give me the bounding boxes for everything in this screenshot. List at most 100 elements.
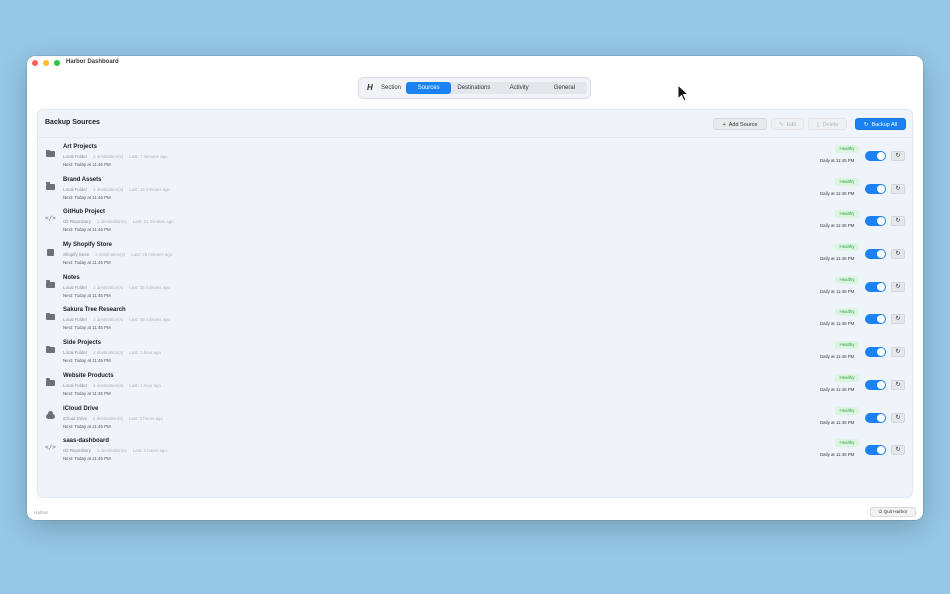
source-row[interactable]: Brand Assets Local Folder 1 destination(s)… [38,172,912,205]
section-tabs: Sources Destinations Activity General [406,82,587,94]
folder-icon [45,312,55,322]
source-row[interactable]: </> GitHub Project Git Repository 1 destina… [38,204,912,237]
source-type: Local Folder [63,382,88,388]
source-row[interactable]: iCloud Drive iCloud Drive 2 destination(s)… [38,401,912,434]
refresh-icon: ↻ [895,414,901,421]
run-backup-button[interactable]: ↻ [891,314,905,325]
source-name: Website Products [63,372,114,379]
source-name: Art Projects [63,144,98,150]
source-row[interactable]: Sakura Tree Research Local Folder 1 destin… [38,302,912,335]
source-name: Brand Assets [63,176,102,183]
enable-toggle[interactable] [865,347,886,358]
section-label: Section [381,85,402,91]
next-backup: Next: Today at 11:45 PM [63,390,111,396]
source-meta: Local Folder 1 destination(s) Last: 1 hour… [63,383,167,388]
run-backup-button[interactable]: ↻ [891,249,905,260]
pencil-icon: ✎ [778,122,784,128]
tab-sources[interactable]: Sources [406,82,452,94]
footer-app-name: Harbor [34,510,49,515]
run-backup-button[interactable]: ↻ [891,412,905,423]
status-badge: Healthy [835,308,859,317]
status-badge: Healthy [835,145,859,153]
harbor-logo-icon: H [367,83,373,92]
mouse-pointer-icon [677,84,689,102]
next-backup: Next: Today at 11:45 PM [63,325,111,331]
destination-count: 1 destination(s) [93,317,124,323]
footer: Harbor ⏻ Quit Harbor [27,506,923,520]
destination-count: 2 destination(s) [93,350,124,356]
next-backup: Next: Today at 11:45 PM [63,456,111,462]
run-backup-button[interactable]: ↻ [891,281,905,292]
source-type: Local Folder [63,186,88,192]
delete-button[interactable]: ▯ Delete [808,118,847,130]
run-backup-button[interactable]: ↻ [891,347,905,358]
run-backup-button[interactable]: ↻ [891,379,905,390]
last-backup: Last: 28 minutes ago [131,252,173,258]
source-row[interactable]: Art Projects Local Folder 2 destination(s)… [38,139,912,172]
schedule-text: Daily at 11:45 PM [820,354,855,360]
source-type: Git Repository [63,448,91,454]
app-window: Harbor Dashboard H Section Sources Desti… [27,56,923,520]
enable-toggle[interactable] [865,151,886,161]
zoom-window-button[interactable] [54,60,60,66]
status-badge: Healthy [835,406,859,415]
source-name: Side Projects [63,340,102,347]
run-backup-button[interactable]: ↻ [891,151,905,161]
tab-destinations[interactable]: Destinations [451,82,496,94]
next-backup: Next: Today at 11:45 PM [63,292,111,298]
source-name: My Shopify Store [63,242,113,249]
toggle-knob [877,348,885,357]
run-backup-button[interactable]: ↻ [891,216,905,227]
source-meta: Local Folder 2 destination(s) Last: 1 hour… [63,350,167,355]
run-backup-button[interactable]: ↻ [891,445,905,456]
edit-button[interactable]: ✎ Edit [771,118,804,130]
source-row[interactable]: Notes Local Folder 1 destination(s) Last: 3… [38,270,912,303]
cloud-icon [45,411,55,421]
enable-toggle[interactable] [865,314,886,325]
status-badge: Healthy [835,177,859,186]
source-row[interactable]: </> saas-dashboard Git Repository 1 destina… [38,433,912,466]
next-backup: Next: Today at 11:45 PM [63,358,111,364]
quit-button[interactable]: ⏻ Quit Harbor [870,507,916,517]
schedule-text: Daily at 11:45 PM [820,158,855,163]
folder-icon [45,280,55,290]
enable-toggle[interactable] [865,379,886,390]
source-type: iCloud Drive [63,415,87,421]
add-source-button[interactable]: + Add Source [713,118,767,130]
next-backup: Next: Today at 11:45 PM [63,194,111,200]
close-window-button[interactable] [32,60,38,66]
enable-toggle[interactable] [865,445,886,456]
run-backup-button[interactable]: ↻ [891,183,905,194]
toggle-knob [877,413,885,422]
schedule-text: Daily at 11:45 PM [820,190,855,196]
enable-toggle[interactable] [865,216,886,227]
source-row[interactable]: Website Products Local Folder 1 destinatio… [38,368,912,401]
status-badge: Healthy [835,275,859,284]
refresh-icon: ↻ [895,381,901,388]
tab-activity[interactable]: Activity [497,82,542,94]
enable-toggle[interactable] [865,183,886,194]
schedule-text: Daily at 11:45 PM [820,386,855,392]
enable-toggle[interactable] [865,249,886,260]
refresh-icon: ↻ [895,447,901,454]
code-icon: </> [45,444,56,452]
enable-toggle[interactable] [865,412,886,423]
destination-count: 1 destination(s) [93,186,124,192]
enable-toggle[interactable] [865,281,886,292]
source-name: Sakura Tree Research [63,307,126,314]
refresh-icon: ↻ [895,316,901,323]
toggle-knob [877,315,885,324]
destination-count: 1 destination(s) [96,219,127,225]
minimize-window-button[interactable] [43,60,49,66]
source-row[interactable]: Side Projects Local Folder 2 destination(s… [38,335,912,368]
tab-general[interactable]: General [542,82,587,94]
destination-count: 1 destination(s) [93,382,124,388]
last-backup: Last: 7 minutes ago [129,154,168,159]
backup-all-button[interactable]: ↻ Backup All [855,118,906,130]
source-meta: iCloud Drive 2 destination(s) Last: 2 hour… [63,416,169,421]
source-row[interactable]: My Shopify Store Shopify Store 2 destinati… [38,237,912,270]
folder-icon [45,182,55,192]
schedule-text: Daily at 11:45 PM [820,223,855,229]
status-badge: Healthy [835,243,859,252]
source-type: Git Repository [63,219,91,225]
